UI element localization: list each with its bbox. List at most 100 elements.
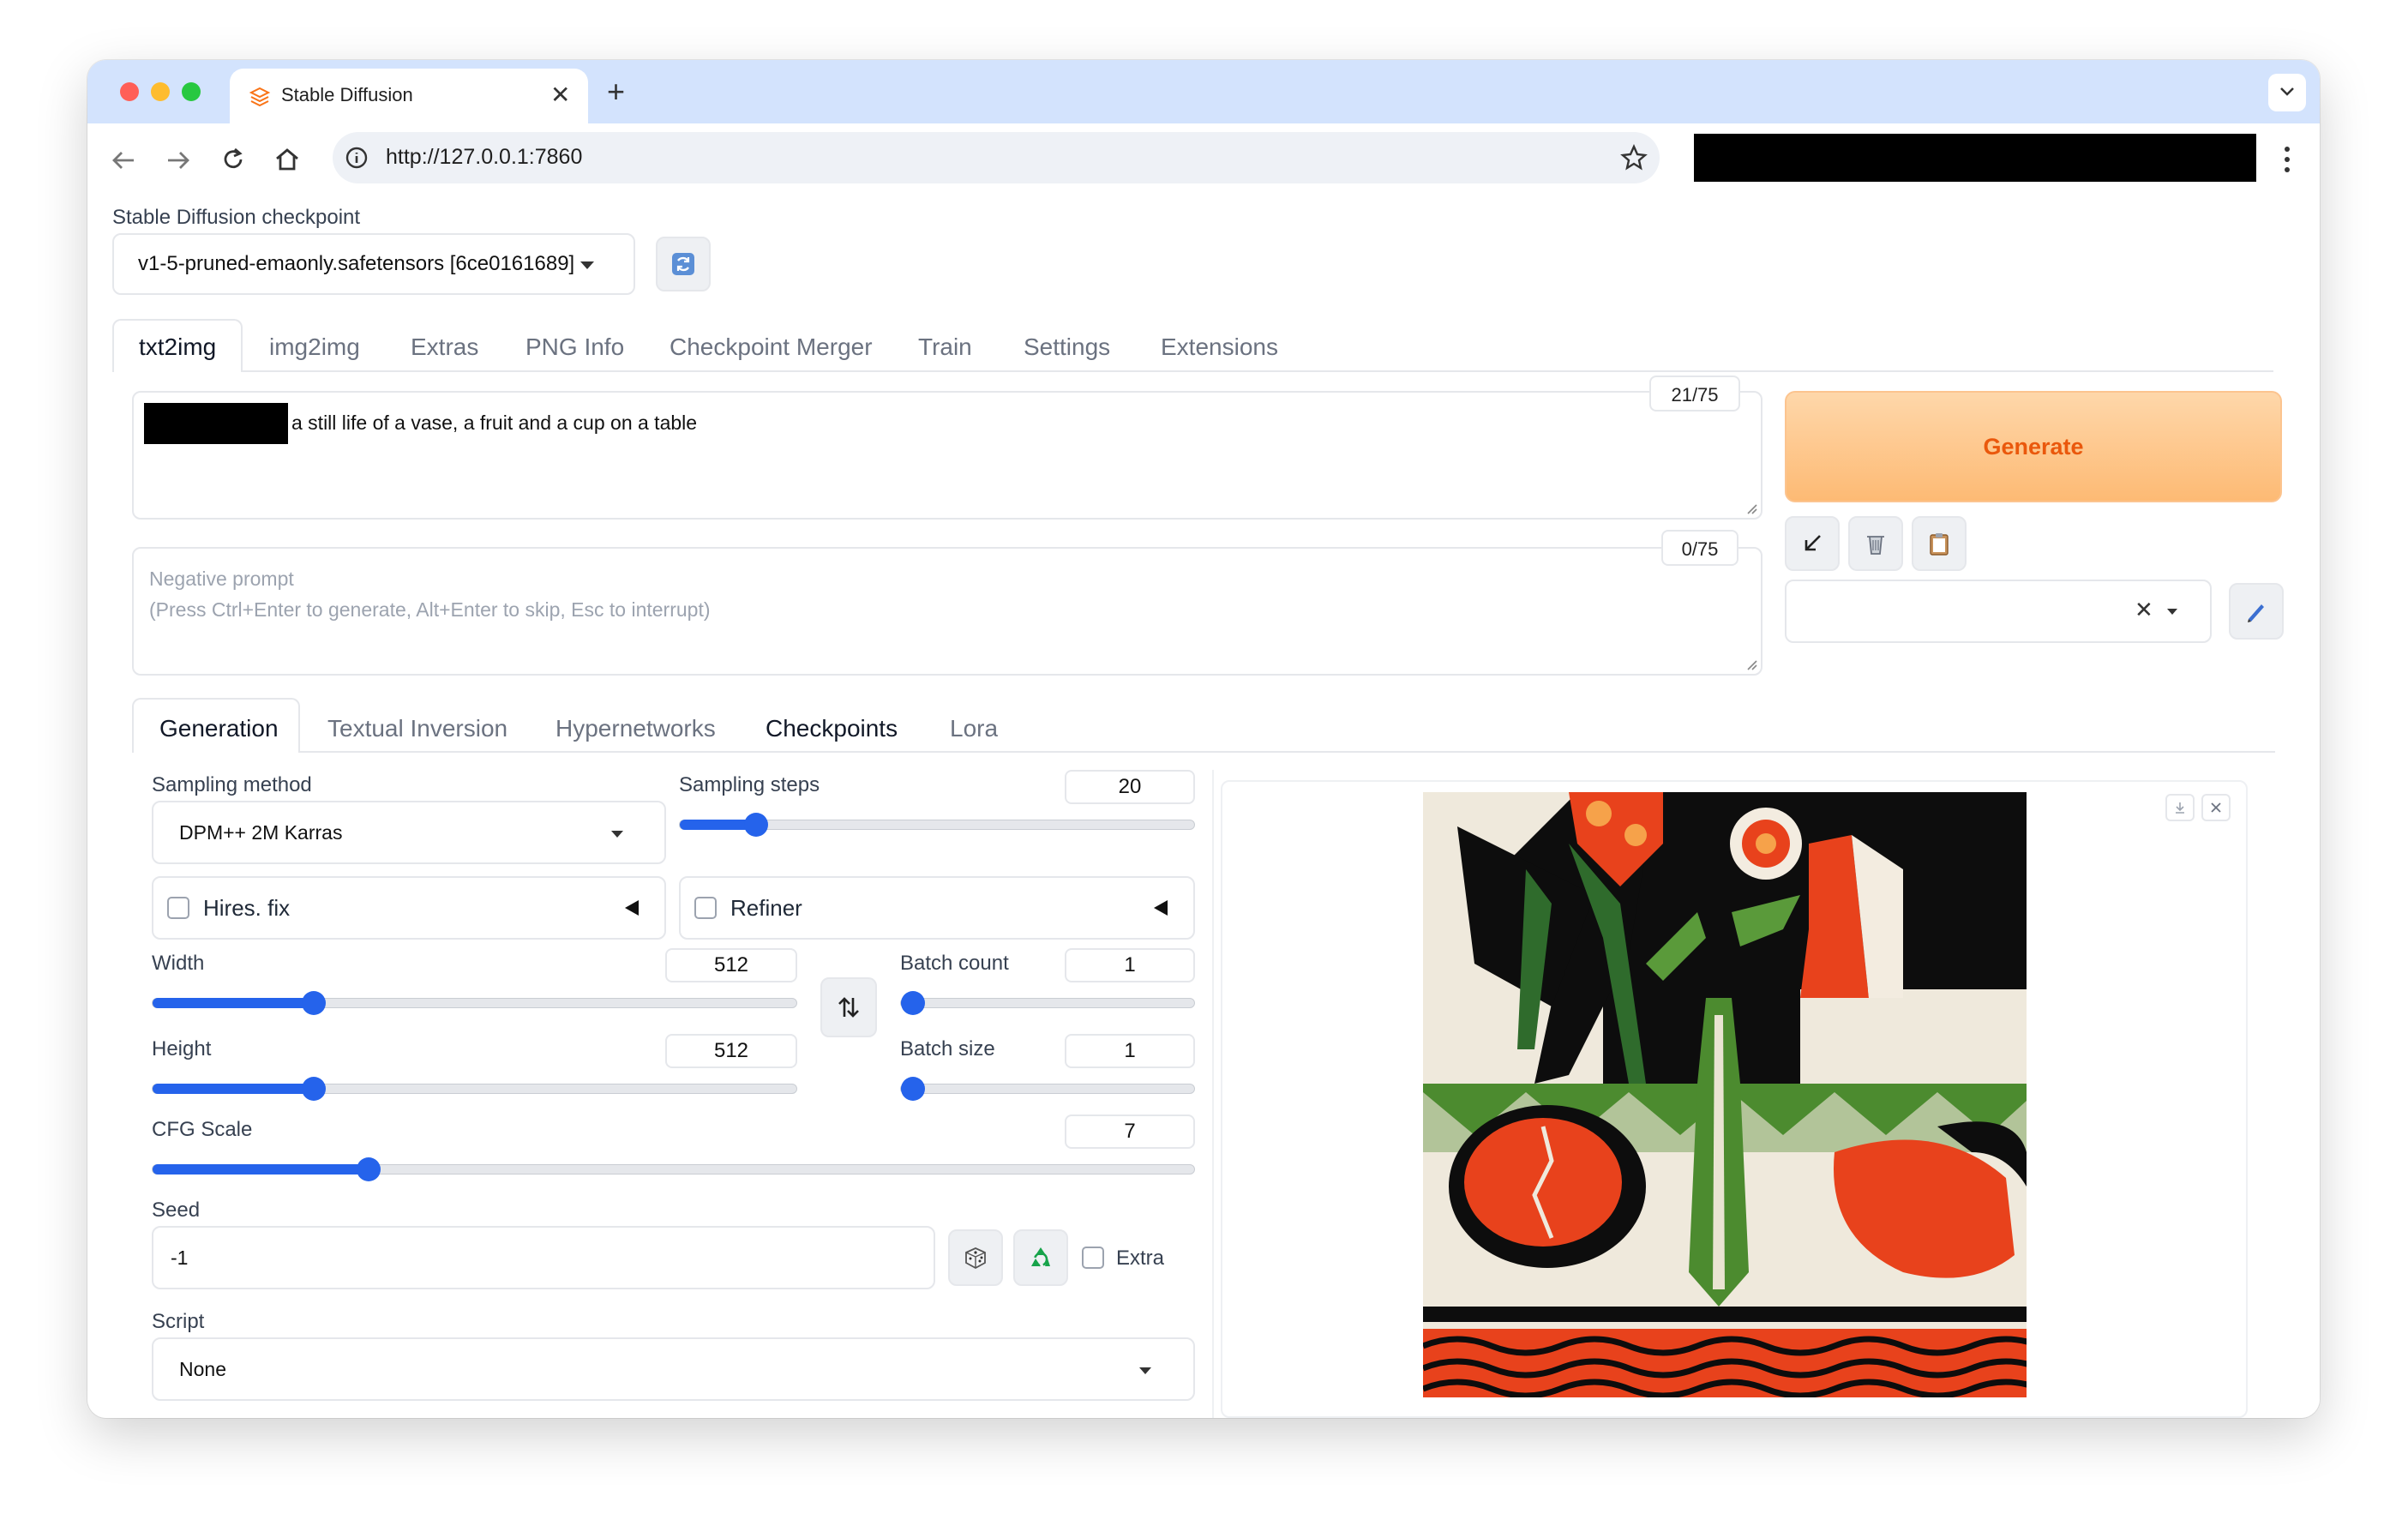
cfg-scale-label: CFG Scale — [152, 1118, 253, 1141]
chevron-down-icon — [2167, 609, 2177, 615]
webui-page: Stable Diffusion checkpoint v1-5-pruned-… — [87, 197, 2320, 1418]
slider-fill — [153, 1084, 314, 1094]
cfg-scale-input[interactable]: 7 — [1065, 1114, 1195, 1149]
batch-size-slider[interactable] — [900, 1077, 1195, 1101]
styles-clipboard-button[interactable] — [1912, 516, 1967, 571]
refiner-checkbox[interactable] — [694, 897, 717, 919]
sampling-steps-input[interactable]: 20 — [1065, 770, 1195, 804]
extra-seed-checkbox[interactable] — [1082, 1247, 1104, 1269]
swap-dimensions-button[interactable] — [820, 977, 877, 1037]
tab-settings[interactable]: Settings — [1024, 333, 1110, 361]
cfg-scale-slider[interactable] — [152, 1157, 1195, 1181]
negative-prompt-textarea[interactable]: Negative prompt (Press Ctrl+Enter to gen… — [132, 547, 1762, 676]
generate-button[interactable]: Generate — [1785, 391, 2282, 502]
tab-search-button[interactable] — [2268, 74, 2306, 111]
tab-extensions[interactable]: Extensions — [1161, 333, 1278, 361]
slider-thumb[interactable] — [357, 1157, 381, 1181]
tab-txt2img-label[interactable]: txt2img — [139, 333, 216, 361]
tab-png-info[interactable]: PNG Info — [525, 333, 624, 361]
resize-handle-icon[interactable] — [1745, 658, 1757, 670]
close-icon — [2211, 802, 2221, 813]
batch-count-input[interactable]: 1 — [1065, 948, 1195, 982]
download-image-button[interactable] — [2165, 794, 2195, 821]
clear-prompt-button[interactable] — [1848, 516, 1903, 571]
width-slider[interactable] — [152, 991, 797, 1015]
new-tab-button[interactable]: + — [607, 74, 625, 110]
refresh-checkpoints-button[interactable] — [656, 237, 711, 291]
browser-tab-title: Stable Diffusion — [281, 84, 413, 105]
refresh-icon — [672, 253, 694, 275]
url-text: http://127.0.0.1:7860 — [386, 145, 583, 169]
edit-styles-button[interactable] — [2229, 583, 2284, 640]
tab-img2img[interactable]: img2img — [269, 333, 360, 361]
trash-icon — [1867, 536, 1884, 555]
tab-train[interactable]: Train — [918, 333, 972, 361]
refiner-accordion[interactable]: Refiner — [679, 876, 1195, 940]
close-tab-icon[interactable]: ✕ — [550, 81, 570, 109]
random-seed-button[interactable] — [948, 1229, 1003, 1286]
browser-tab-strip: Stable Diffusion ✕ + — [87, 60, 2320, 123]
site-info-icon[interactable] — [345, 146, 369, 170]
tab-extras[interactable]: Extras — [411, 333, 478, 361]
browser-tab[interactable]: Stable Diffusion ✕ — [230, 69, 588, 123]
height-label: Height — [152, 1037, 212, 1060]
bookmark-star-icon[interactable] — [1620, 144, 1648, 171]
tab-checkpoint-merger[interactable]: Checkpoint Merger — [670, 333, 873, 361]
checkpoint-dropdown[interactable]: v1-5-pruned-emaonly.safetensors [6ce0161… — [112, 233, 635, 295]
script-dropdown[interactable]: None — [152, 1337, 1195, 1401]
prompt-token-counter: 21/75 — [1649, 375, 1740, 412]
reuse-seed-button[interactable] — [1013, 1229, 1068, 1286]
address-bar[interactable]: http://127.0.0.1:7860 — [333, 132, 1660, 183]
batch-size-input[interactable]: 1 — [1065, 1034, 1195, 1068]
slider-fill — [153, 998, 314, 1008]
read-params-button[interactable] — [1785, 516, 1840, 571]
styles-dropdown[interactable]: ✕ — [1785, 580, 2212, 643]
batch-count-slider[interactable] — [900, 991, 1195, 1015]
slider-thumb[interactable] — [901, 1077, 925, 1101]
tab-generation-label[interactable]: Generation — [159, 715, 279, 742]
slider-thumb[interactable] — [302, 1077, 326, 1101]
generated-image[interactable] — [1423, 792, 2027, 1397]
clipboard-icon — [1930, 533, 1949, 556]
home-icon[interactable] — [273, 146, 302, 173]
height-input[interactable]: 512 — [665, 1034, 797, 1068]
tab-lora[interactable]: Lora — [950, 715, 998, 742]
close-window-button[interactable] — [120, 82, 139, 101]
negative-prompt-placeholder: Negative prompt — [149, 568, 294, 590]
maximize-window-button[interactable] — [182, 82, 201, 101]
back-arrow-icon[interactable] — [110, 147, 137, 173]
minimize-window-button[interactable] — [151, 82, 170, 101]
height-slider[interactable] — [152, 1077, 797, 1101]
recycle-icon — [1031, 1247, 1050, 1267]
refiner-label: Refiner — [730, 895, 802, 921]
slider-thumb[interactable] — [744, 813, 768, 837]
sampling-method-dropdown[interactable]: DPM++ 2M Karras — [152, 801, 666, 864]
batch-count-label: Batch count — [900, 952, 1009, 975]
collapse-triangle-icon[interactable] — [1152, 898, 1169, 917]
sampling-steps-slider[interactable] — [679, 813, 1195, 837]
main-tabs-divider — [242, 370, 2273, 372]
hires-fix-accordion[interactable]: Hires. fix — [152, 876, 666, 940]
prompt-textarea[interactable]: a still life of a vase, a fruit and a cu… — [132, 391, 1762, 520]
redacted-profile-area — [1694, 134, 2256, 182]
forward-arrow-icon[interactable] — [165, 147, 192, 173]
clear-selection-icon[interactable]: ✕ — [2135, 597, 2153, 623]
reload-icon[interactable] — [219, 146, 247, 173]
slider-thumb[interactable] — [302, 991, 326, 1015]
browser-menu-icon[interactable] — [2282, 144, 2292, 175]
tab-checkpoints[interactable]: Checkpoints — [766, 715, 898, 742]
tab-hypernetworks[interactable]: Hypernetworks — [555, 715, 716, 742]
width-input[interactable]: 512 — [665, 948, 797, 982]
pencil-icon — [2248, 604, 2264, 622]
hires-fix-checkbox[interactable] — [167, 897, 189, 919]
sub-tabs-divider — [298, 751, 2275, 753]
hires-fix-label: Hires. fix — [203, 895, 291, 921]
collapse-triangle-icon[interactable] — [623, 898, 640, 917]
tab-textual-inversion[interactable]: Textual Inversion — [327, 715, 507, 742]
seed-input[interactable]: -1 — [152, 1226, 935, 1289]
resize-handle-icon[interactable] — [1745, 502, 1757, 514]
negative-token-count: 0/75 — [1681, 538, 1719, 560]
seed-label: Seed — [152, 1199, 201, 1222]
slider-thumb[interactable] — [901, 991, 925, 1015]
close-image-button[interactable] — [2201, 794, 2231, 821]
